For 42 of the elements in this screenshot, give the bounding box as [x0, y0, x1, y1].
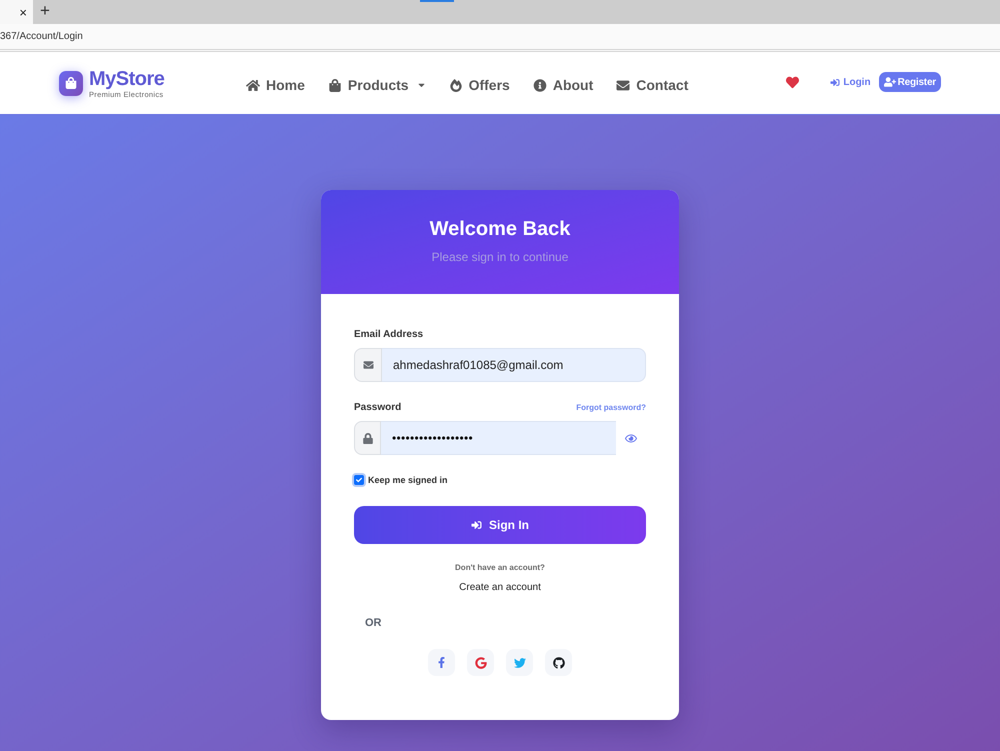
- nav-link[interactable]: Contact: [616, 74, 688, 96]
- sign-in-icon: [830, 78, 840, 86]
- card-subtitle: Please sign in to continue: [432, 249, 568, 265]
- google-icon: [474, 656, 486, 668]
- envelope-icon: [354, 348, 382, 382]
- heart-icon[interactable]: [785, 76, 800, 88]
- brand-name[interactable]: MyStore: [89, 68, 164, 90]
- envelope-icon: [616, 78, 630, 92]
- sign-in-icon: [471, 520, 482, 530]
- password-field[interactable]: ••••••••••••••••••: [381, 421, 616, 455]
- checkbox-label: Keep me signed in: [368, 474, 448, 486]
- nav-link[interactable]: Home: [246, 74, 305, 96]
- register-button[interactable]: Register: [878, 72, 941, 92]
- nav-link[interactable]: About: [532, 74, 594, 96]
- info-icon: [532, 78, 547, 92]
- new-tab-button[interactable]: +: [40, 2, 50, 20]
- github-icon: [552, 656, 564, 668]
- user-plus-icon: [884, 77, 896, 87]
- close-tab-button[interactable]: ×: [19, 6, 27, 18]
- shopping-bag-logo-icon: [59, 70, 83, 96]
- address-field[interactable]: 367/Account/Login: [0, 29, 83, 44]
- sign-in-button[interactable]: Sign In: [354, 506, 646, 544]
- signup-prompt: Don't have an account?: [455, 563, 545, 573]
- facebook-icon: [436, 657, 447, 668]
- nav-dropdown[interactable]: Products: [328, 74, 426, 96]
- browser-tab[interactable]: ×: [0, 0, 33, 24]
- field-label: Password: [354, 401, 402, 414]
- email-field[interactable]: ahmedashraf01085@gmail.com: [382, 348, 646, 382]
- social-login-button[interactable]: [545, 649, 572, 676]
- divider-text: OR: [365, 616, 382, 630]
- lock-icon: [354, 421, 381, 455]
- create-account-link[interactable]: Create an account: [459, 582, 541, 594]
- card-title: Welcome Back: [430, 217, 570, 241]
- remember-checkbox[interactable]: [354, 475, 364, 485]
- nav-link[interactable]: Offers: [448, 74, 510, 96]
- shopping-bag-icon: [328, 78, 342, 92]
- login-link[interactable]: Login: [830, 74, 871, 90]
- twitter-icon: [514, 656, 526, 668]
- field-label: Email Address: [354, 328, 424, 341]
- tab-indicator: [420, 0, 454, 2]
- home-icon: [246, 78, 260, 92]
- flame-icon: [448, 78, 463, 92]
